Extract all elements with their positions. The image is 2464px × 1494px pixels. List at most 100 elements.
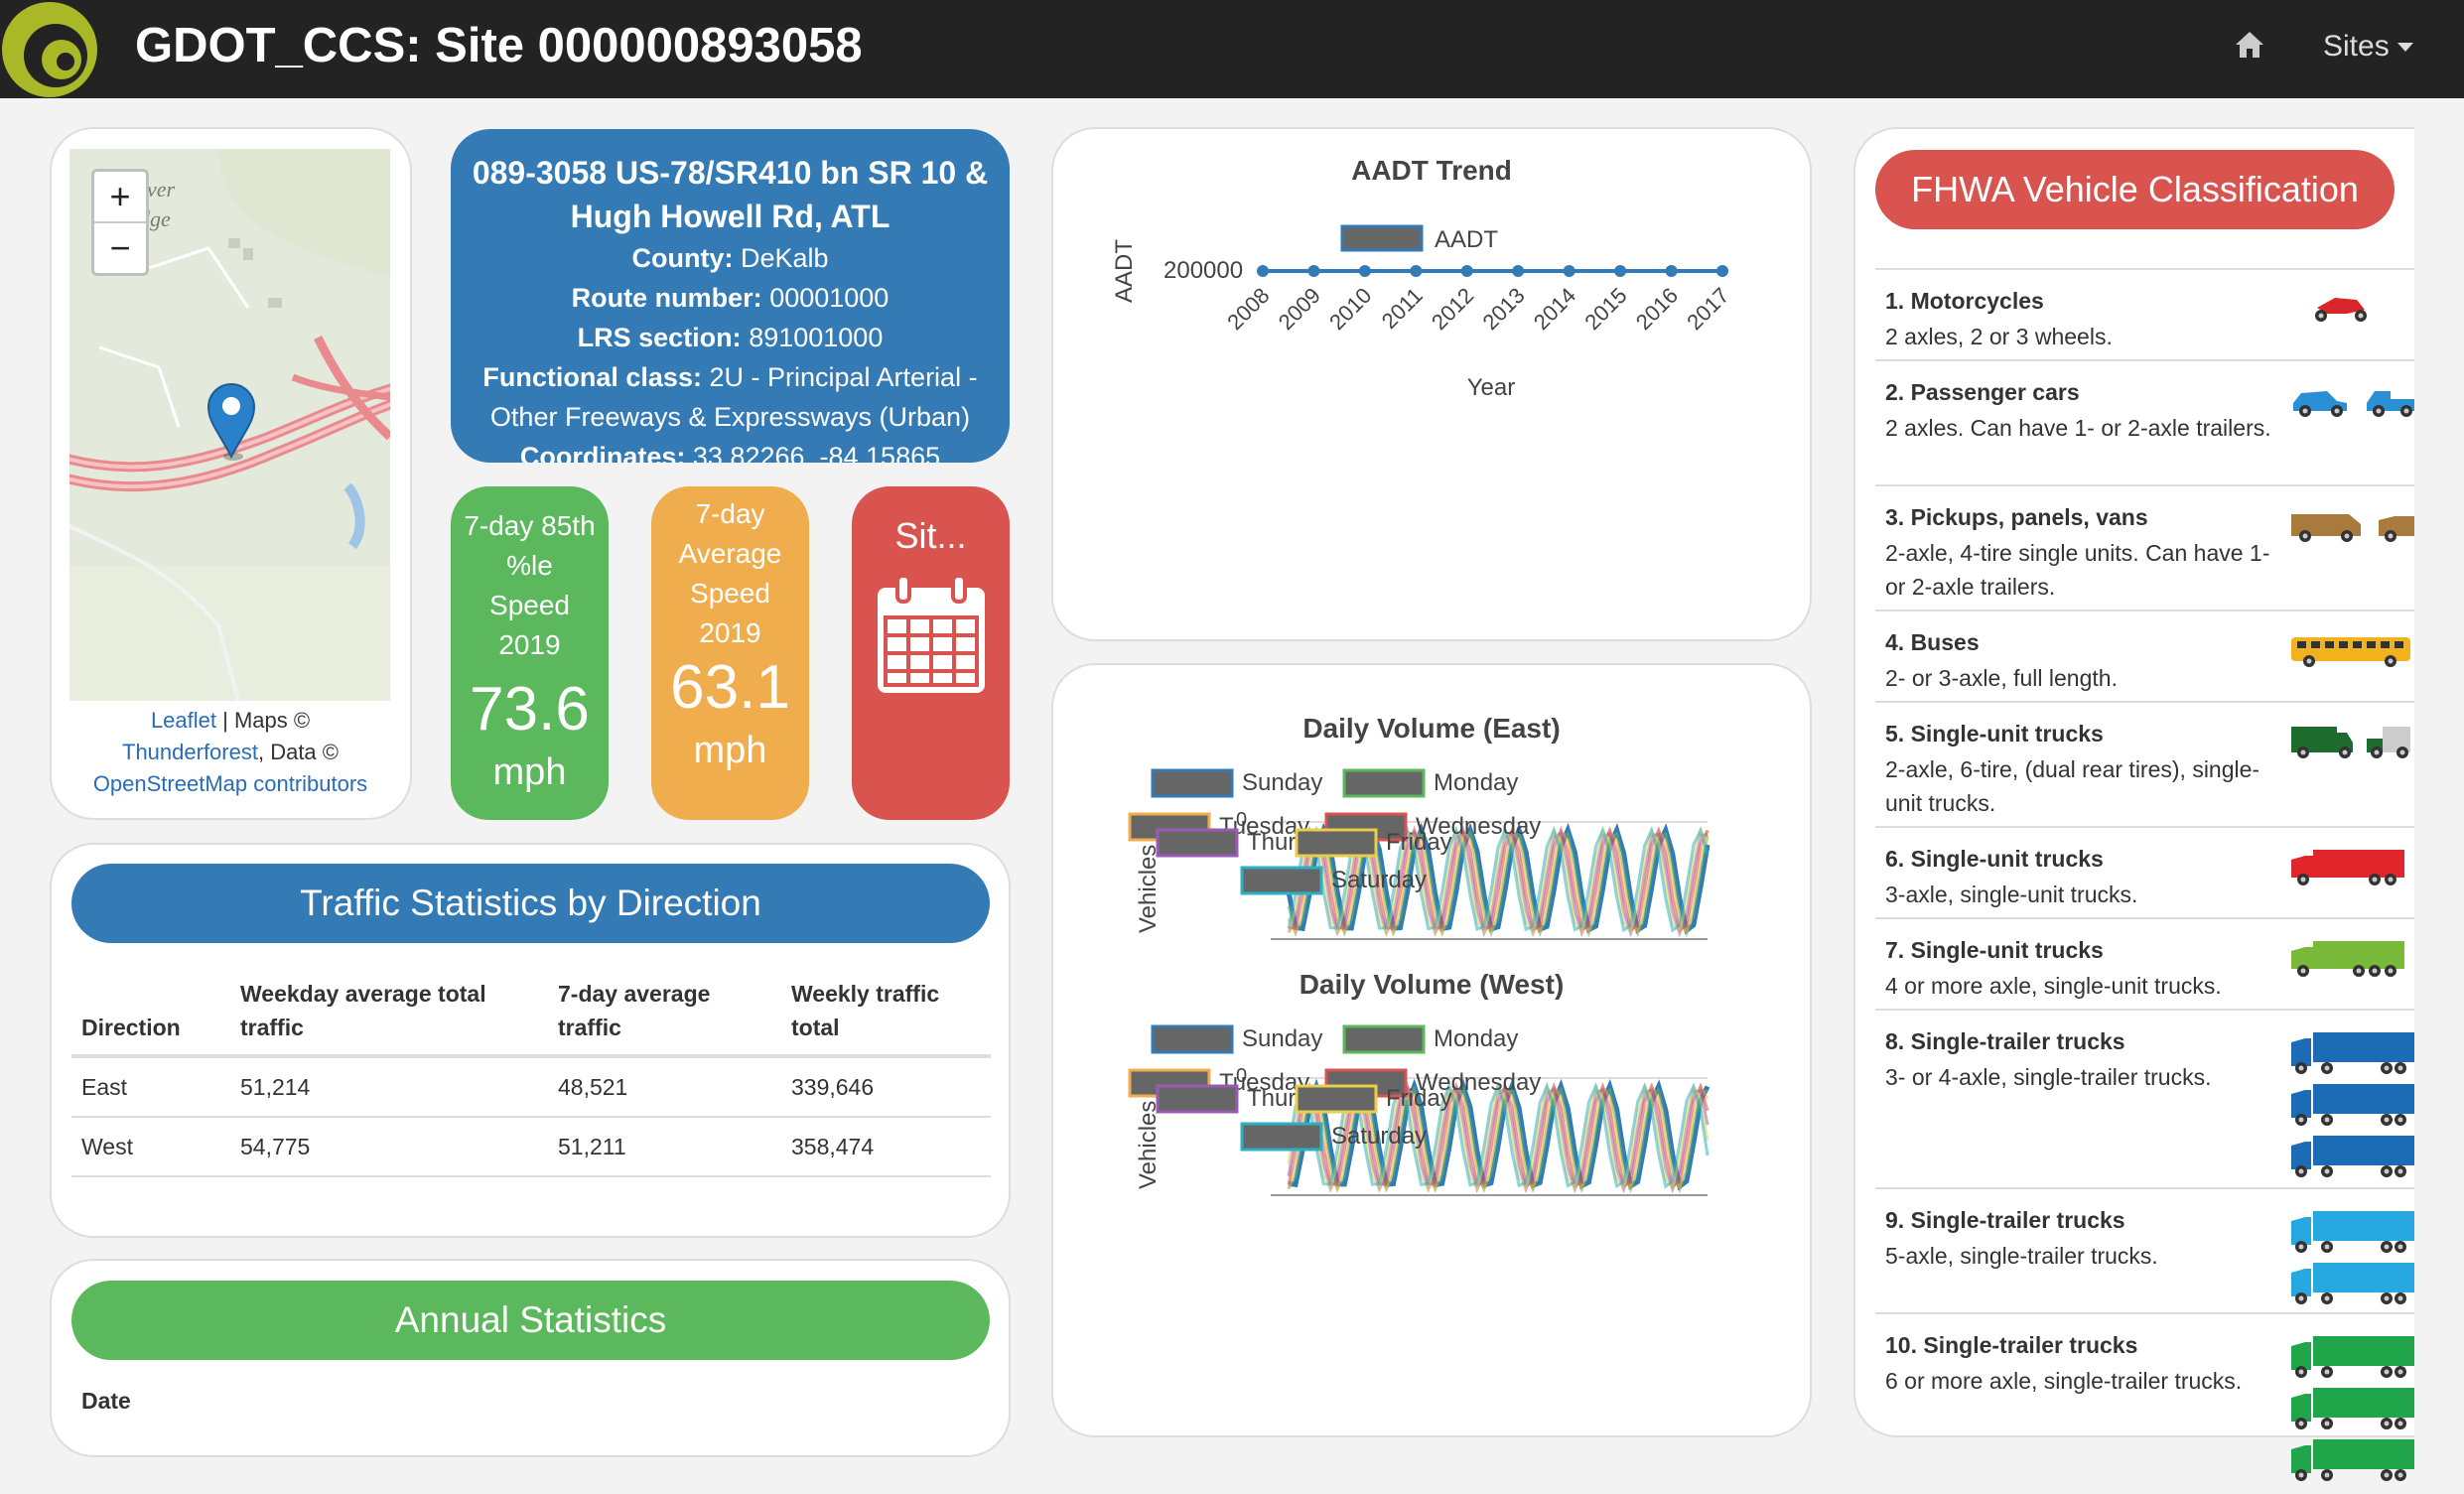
- legend-label: Friday: [1386, 1085, 1452, 1112]
- sites-dropdown[interactable]: Sites: [2323, 30, 2413, 64]
- x-tick-label: 2008: [1222, 283, 1274, 335]
- fhwa-class-desc: 2 axles, 2 or 3 wheels.: [1885, 324, 2113, 349]
- lrs-line: LRS section: 891001000: [577, 323, 884, 352]
- fhwa-class-name: 1. Motorcycles: [1885, 288, 2044, 314]
- avgspeed-tile: 7-day Average Speed 2019 63.1 mph: [651, 486, 809, 820]
- fhwa-class-image: [2287, 719, 2414, 767]
- home-icon[interactable]: [2234, 30, 2265, 60]
- traffic-stats-header: Traffic Statistics by Direction: [71, 864, 990, 943]
- fhwa-class-item: 9. Single-trailer trucks 5-axle, single-t…: [1875, 1187, 2414, 1312]
- col-7day-avg: 7-day average traffic: [548, 967, 781, 1058]
- site-info-box: 089-3058 US-78/SR410 bn SR 10 & Hugh How…: [451, 129, 1010, 463]
- cell-weekly-total: 358,474: [781, 1117, 991, 1177]
- fhwa-class-name: 5. Single-unit trucks: [1885, 721, 2104, 747]
- legend-label-aadt: AADT: [1435, 226, 1498, 253]
- legend-swatch: [1240, 866, 1323, 895]
- semi-green-icon: [2291, 1336, 2414, 1481]
- leaflet-link[interactable]: Leaflet: [151, 708, 216, 733]
- y-tick-label: 200000: [1164, 257, 1243, 284]
- fhwa-class-name: 10. Single-trailer trucks: [1885, 1332, 2138, 1358]
- y-axis-label: Vehicles: [1135, 1101, 1162, 1189]
- semi-blue-icon: [2291, 1032, 2414, 1177]
- motorcycle-icon: [2315, 298, 2367, 322]
- fhwa-class-image: [2287, 627, 2414, 676]
- fhwa-class-image: [2287, 844, 2414, 892]
- calendar-icon: [877, 574, 985, 693]
- west-chart-title: Daily Volume (West): [1299, 969, 1565, 1000]
- legend-swatch: [1295, 828, 1378, 858]
- aadt-point: [1358, 265, 1371, 277]
- west-volume-chart: Vehicles0SundayMondayTuesdayWednesdayThu…: [1128, 1024, 1711, 1196]
- table-row: East 51,214 48,521 339,646: [71, 1056, 991, 1118]
- y-axis-label: Vehicles: [1135, 845, 1162, 933]
- annual-stats-header: Annual Statistics: [71, 1281, 990, 1360]
- sites-tile[interactable]: Sit...: [852, 486, 1010, 820]
- fhwa-class-desc: 3-axle, single-unit trucks.: [1885, 882, 2138, 907]
- legend-swatch: [1151, 1024, 1234, 1054]
- fhwa-class-name: 6. Single-unit trucks: [1885, 846, 2104, 872]
- aadt-point: [1563, 265, 1575, 277]
- fhwa-class-list: 1. Motorcycles 2 axles, 2 or 3 wheels. 2. …: [1875, 268, 2414, 1481]
- fhwa-class-desc: 2-axle, 6-tire, (dual rear tires), singl…: [1885, 756, 2260, 816]
- fhwa-class-image: [2287, 1330, 2414, 1494]
- zoom-control: + −: [91, 169, 149, 276]
- y-axis-label: AADT: [1111, 239, 1138, 303]
- fhwa-class-image: [2287, 935, 2414, 984]
- fhwa-class-item: 8. Single-trailer trucks 3- or 4-axle, si…: [1875, 1009, 2414, 1187]
- aadt-chart-title: AADT Trend: [1351, 155, 1512, 186]
- legend-swatch-aadt: [1340, 224, 1424, 252]
- fhwa-class-image: [2287, 377, 2414, 426]
- zoom-out-button[interactable]: −: [94, 221, 146, 273]
- avgspeed-unit: mph: [693, 730, 767, 771]
- x-tick-label: 2016: [1631, 283, 1683, 335]
- cell-direction: East: [71, 1056, 230, 1118]
- fhwa-class-name: 4. Buses: [1885, 629, 1980, 655]
- traffic-table: Direction Weekday average total traffic …: [71, 967, 991, 1177]
- coordinates-line: Coordinates: 33.82266, -84.15865: [519, 442, 941, 463]
- map-attribution: Leaflet | Maps © Thunderforest, Data © O…: [62, 705, 399, 800]
- sites-tile-label: Sit...: [894, 515, 967, 556]
- annual-partial-label: Date: [81, 1388, 131, 1414]
- legend-swatch: [1342, 1024, 1426, 1054]
- fhwa-class-desc: 6 or more axle, single-trailer trucks.: [1885, 1368, 2243, 1394]
- col-weekday-avg: Weekday average total traffic: [230, 967, 548, 1058]
- map-label-1: ver: [147, 177, 176, 202]
- fhwa-class-image: [2287, 286, 2414, 335]
- avgspeed-label: 7-day Average Speed 2019: [678, 498, 782, 648]
- page-title: GDOT_CCS: Site 000000893058: [135, 19, 863, 72]
- x-tick-label: 2011: [1377, 283, 1428, 334]
- aadt-chart: AADTAADT 2000002008 2009 2010 2011 2012 2013 20…: [1111, 224, 1734, 401]
- site-map[interactable]: ver dge + −: [69, 149, 390, 701]
- chevron-down-icon: [2396, 42, 2413, 52]
- fhwa-class-item: 10. Single-trailer trucks 6 or more axle,…: [1875, 1312, 2414, 1481]
- fhwa-class-item: 1. Motorcycles 2 axles, 2 or 3 wheels.: [1875, 268, 2414, 359]
- aadt-point: [1257, 265, 1269, 277]
- x-tick-label: 2009: [1274, 283, 1325, 335]
- legend-swatch: [1342, 768, 1426, 798]
- aadt-point: [1512, 265, 1525, 277]
- col-direction: Direction: [71, 967, 230, 1058]
- site-title: 089-3058 US-78/SR410 bn SR 10 & Hugh How…: [472, 155, 989, 234]
- cell-weekday-avg: 51,214: [230, 1056, 548, 1118]
- fhwa-class-name: 7. Single-unit trucks: [1885, 937, 2104, 963]
- sites-label: Sites: [2323, 30, 2390, 63]
- speed85-tile: 7-day 85th %le Speed 2019 73.6 mph: [451, 486, 609, 820]
- aadt-point: [1460, 265, 1473, 277]
- legend-label: Saturday: [1331, 867, 1427, 893]
- van-icon: [2291, 514, 2414, 542]
- fhwa-class-desc: 2 axles. Can have 1- or 2-axle trailers.: [1885, 415, 2271, 441]
- attr-data: , Data ©: [257, 740, 339, 764]
- aadt-point: [1410, 265, 1423, 277]
- fhwa-header: FHWA Vehicle Classification: [1875, 150, 2395, 229]
- avgspeed-value: 63.1: [670, 653, 790, 722]
- legend-label: Saturday: [1331, 1123, 1427, 1150]
- app-logo[interactable]: [0, 0, 99, 98]
- fhwa-class-item: 2. Passenger cars 2 axles. Can have 1- or…: [1875, 359, 2414, 484]
- aadt-point: [1716, 265, 1728, 277]
- legend-label: Friday: [1386, 829, 1452, 856]
- cell-7day-avg: 51,211: [548, 1117, 781, 1177]
- osm-link[interactable]: OpenStreetMap contributors: [93, 771, 367, 796]
- thunderforest-link[interactable]: Thunderforest: [122, 740, 258, 764]
- zoom-in-button[interactable]: +: [94, 172, 146, 221]
- x-tick-label: 2014: [1529, 283, 1580, 335]
